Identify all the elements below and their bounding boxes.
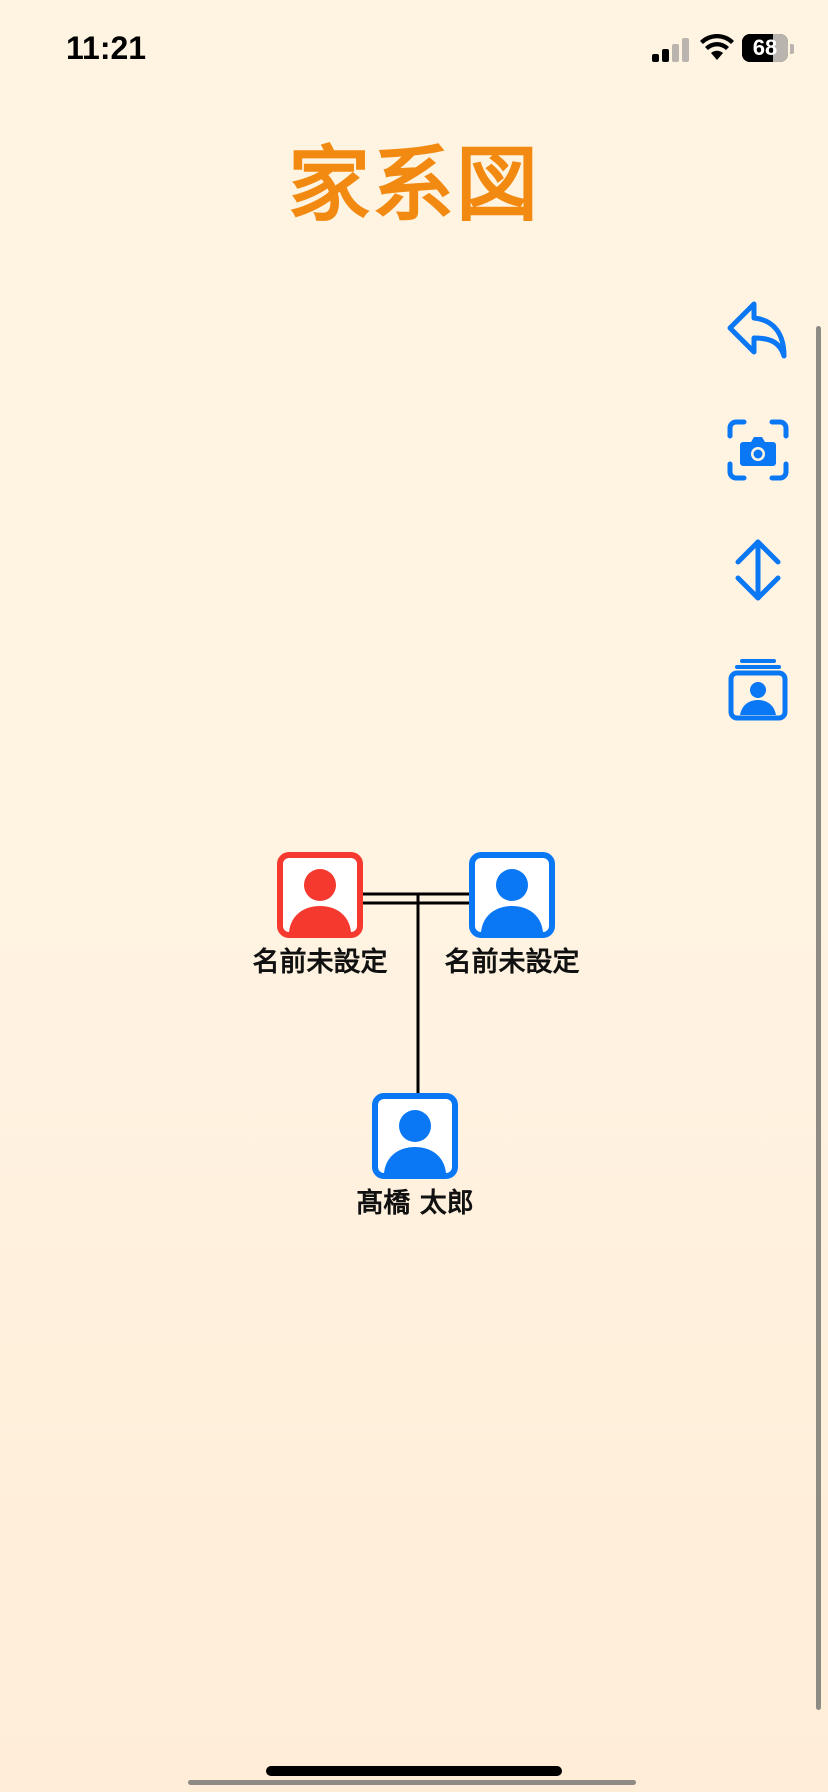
- male-person-icon: [469, 852, 555, 938]
- status-bar: 11:21 68: [0, 0, 828, 100]
- female-person-icon: [277, 852, 363, 938]
- bottom-scroll-indicator: [188, 1780, 636, 1785]
- scroll-indicator[interactable]: [816, 326, 821, 1710]
- battery-cap: [790, 44, 794, 54]
- cellular-signal-icon: [652, 38, 692, 62]
- person-card-mother[interactable]: 名前未設定: [220, 852, 420, 979]
- people-list-button[interactable]: [726, 658, 790, 722]
- back-button[interactable]: [726, 298, 790, 362]
- status-time: 11:21: [66, 30, 147, 66]
- vertical-arrows-icon: [735, 539, 781, 601]
- male-person-icon: [372, 1093, 458, 1179]
- wifi-icon: [700, 34, 734, 60]
- screenshot-button[interactable]: [726, 418, 790, 482]
- person-card-father[interactable]: 名前未設定: [412, 852, 612, 979]
- battery-icon: 68: [742, 34, 788, 62]
- camera-viewfinder-icon: [727, 419, 789, 481]
- battery-percent: 68: [752, 35, 778, 60]
- person-name: 名前未設定: [252, 947, 388, 978]
- page-title: 家系図: [287, 137, 540, 233]
- screen: 11:21 68 家系図 名前未設定 名前未設定 髙橋 太郎: [0, 0, 828, 1792]
- home-indicator[interactable]: [266, 1766, 562, 1776]
- person-name: 髙橋 太郎: [356, 1188, 474, 1219]
- person-stack-icon: [728, 659, 788, 721]
- expand-vertical-button[interactable]: [726, 538, 790, 602]
- reply-arrow-icon: [727, 301, 787, 359]
- person-card-child[interactable]: 髙橋 太郎: [315, 1093, 515, 1220]
- person-name: 名前未設定: [444, 947, 580, 978]
